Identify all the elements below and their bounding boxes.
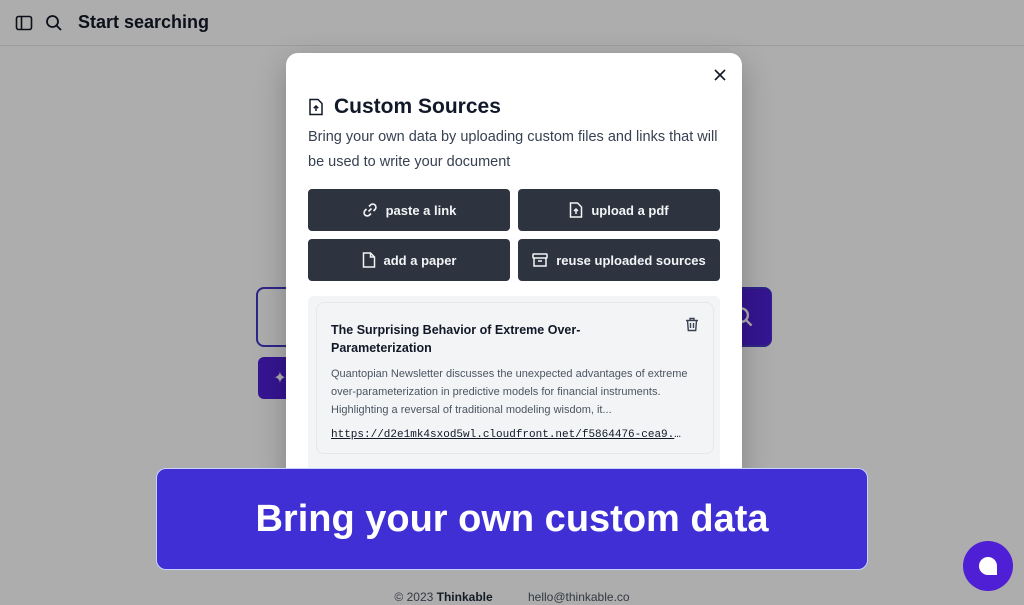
source-card: The Surprising Behavior of Extreme Over-… [316, 302, 714, 454]
source-description: Quantopian Newsletter discusses the unex… [331, 368, 688, 416]
modal-heading: Custom Sources [308, 95, 501, 119]
promo-banner-text: Bring your own custom data [255, 497, 769, 540]
upload-pdf-button[interactable]: upload a pdf [518, 189, 720, 231]
chat-icon [979, 557, 997, 575]
modal-title: Custom Sources [334, 95, 501, 118]
file-upload-icon [570, 202, 583, 218]
add-paper-button[interactable]: add a paper [308, 239, 510, 281]
source-link[interactable]: https://d2e1mk4sxod5wl.cloudfront.net/f5… [331, 429, 681, 441]
close-icon[interactable] [712, 67, 728, 83]
custom-sources-modal: Custom Sources Bring your own data by up… [286, 53, 742, 483]
source-title: The Surprising Behavior of Extreme Over-… [331, 323, 581, 355]
modal-description: Bring your own data by uploading custom … [308, 129, 718, 170]
promo-banner: Bring your own custom data [156, 468, 868, 570]
file-upload-icon [308, 98, 326, 116]
document-icon [362, 252, 375, 268]
link-icon [362, 203, 377, 217]
sources-list: The Surprising Behavior of Extreme Over-… [308, 296, 720, 483]
chat-button[interactable] [963, 541, 1013, 591]
archive-icon [532, 253, 548, 267]
reuse-sources-button[interactable]: reuse uploaded sources [518, 239, 720, 281]
trash-icon[interactable] [685, 317, 699, 337]
paste-link-button[interactable]: paste a link [308, 189, 510, 231]
